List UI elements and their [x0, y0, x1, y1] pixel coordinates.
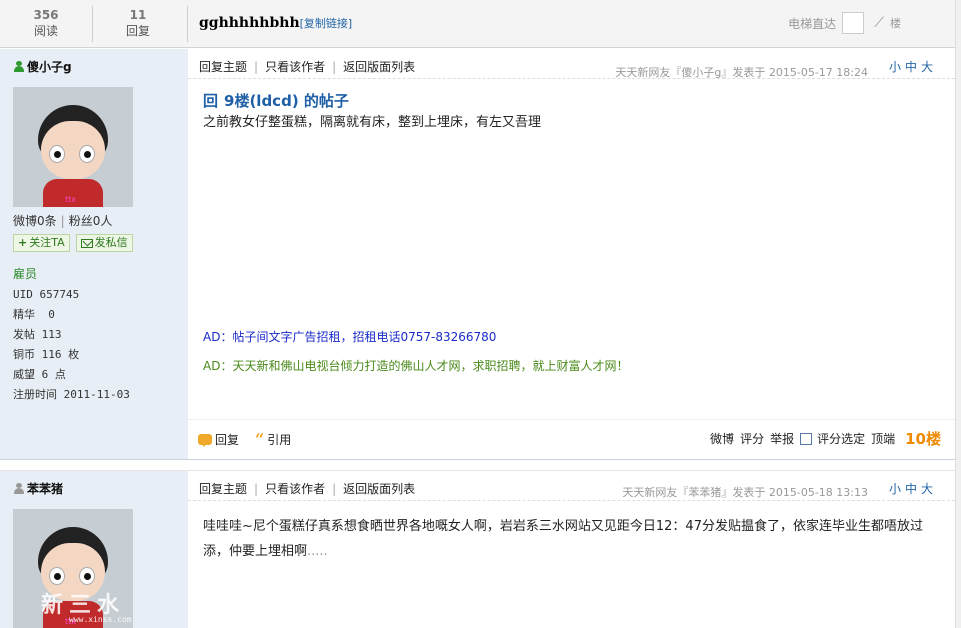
forum-thread-page: 356 阅读 11 回复 gghhhhhbhh[复制链接] 电梯直达 ⟋ 楼 傻…: [0, 0, 961, 628]
post-main: 回复主题 | 只看该作者 | 返回版面列表 天天新网友『傻小子g』发表于 2015-05…: [188, 49, 955, 459]
author-actions: + 关注TA 发私信: [13, 234, 133, 252]
post-meta: 天天新网友『傻小子g』发表于 2015-05-17 18:24: [615, 66, 868, 79]
back-to-list-link[interactable]: 返回版面列表: [343, 60, 415, 74]
thread-title-text: gghhhhhbhh: [199, 15, 300, 31]
floor-jump-label: 电梯直达: [788, 16, 837, 31]
floor-jump-go-icon[interactable]: ⟋: [874, 15, 884, 31]
post-header: 回复主题 | 只看该作者 | 返回版面列表 天天新网友『傻小子g』发表于 2015-05…: [188, 49, 955, 79]
author-social-stats: 微博0条 | 粉丝0人: [13, 214, 113, 228]
follow-label: 关注TA: [29, 236, 65, 249]
private-message-label: 发私信: [94, 236, 128, 249]
post-footer-left: 回复 “引用: [198, 431, 291, 448]
quote-button[interactable]: “引用: [255, 431, 291, 448]
weibo-count[interactable]: 微博0条: [13, 214, 57, 228]
private-message-button[interactable]: 发私信: [75, 234, 133, 252]
views-stat: 356 阅读: [0, 8, 92, 40]
author-sidebar: 苯苯猪 ttx 新三水 www.xinss.com: [0, 471, 188, 628]
info-prestige: 威望 6 点: [13, 368, 66, 381]
author-name-text[interactable]: 苯苯猪: [27, 480, 63, 497]
divider: [187, 6, 188, 42]
post-main: 回复主题 | 只看该作者 | 返回版面列表 天天新网友『苯苯猪』发表于 2015-05-…: [188, 471, 955, 628]
weibo-share-link[interactable]: 微博: [710, 430, 734, 447]
author-name[interactable]: 苯苯猪: [14, 480, 63, 497]
fans-count[interactable]: 粉丝0人: [69, 214, 113, 228]
font-size-controls[interactable]: 小中大: [889, 480, 937, 497]
post-separator: [0, 459, 955, 470]
font-size-controls[interactable]: 小中大: [889, 58, 937, 75]
post-meta: 天天新网友『苯苯猪』发表于 2015-05-18 13:13: [622, 486, 868, 499]
post-links: 回复主题 | 只看该作者 | 返回版面列表: [199, 60, 416, 74]
post-title-text: 9楼(ldcd) 的帖子: [224, 92, 349, 110]
post-title: 回 9楼(ldcd) 的帖子: [203, 90, 349, 111]
author-info: UID 657745 精华 0 发帖 113 铜币 116 枚 威望 6 点 注…: [13, 285, 130, 405]
back-to-top-link[interactable]: 顶端: [871, 430, 895, 447]
only-author-link[interactable]: 只看该作者: [265, 482, 325, 496]
thread-header-bar: 356 阅读 11 回复 gghhhhhbhh[复制链接] 电梯直达 ⟋ 楼: [0, 0, 955, 48]
replies-count: 11: [129, 8, 147, 22]
info-register-date: 注册时间 2011-11-03: [13, 388, 130, 401]
ad-text-link[interactable]: AD：天天新和佛山电视台倾力打造的佛山人才网，求职招聘，就上财富人才网！: [203, 357, 628, 374]
report-link[interactable]: 举报: [770, 430, 794, 447]
only-author-link[interactable]: 只看该作者: [265, 60, 325, 74]
author-name-text[interactable]: 傻小子g: [27, 58, 72, 75]
follow-button[interactable]: + 关注TA: [13, 234, 70, 252]
post-links: 回复主题 | 只看该作者 | 返回版面列表: [199, 482, 416, 496]
quote-label: 引用: [267, 433, 292, 447]
floor-jump-unit: 楼: [890, 17, 901, 30]
reply-label: 回复: [215, 433, 240, 447]
views-count: 356: [33, 8, 59, 22]
reply-topic-link[interactable]: 回复主题: [199, 60, 247, 74]
avatar-mark: ttx: [65, 195, 77, 204]
views-label: 阅读: [33, 24, 58, 38]
post: 苯苯猪 ttx 新三水 www.xinss.com 回复主题 | 只看该作者 | 返回版…: [0, 470, 955, 628]
plus-icon: +: [18, 236, 28, 249]
rate-link[interactable]: 评分: [740, 430, 764, 447]
info-uid: UID 657745: [13, 288, 80, 301]
reply-button[interactable]: 回复: [198, 431, 239, 448]
site-watermark-url: www.xinss.com: [69, 615, 132, 624]
avatar-eye: [79, 145, 95, 163]
post-content-ellipsis: .....: [307, 544, 328, 559]
reply-topic-link[interactable]: 回复主题: [199, 482, 247, 496]
info-digest: 精华 0: [13, 308, 55, 321]
post-header: 回复主题 | 只看该作者 | 返回版面列表 天天新网友『苯苯猪』发表于 2015-05-…: [188, 471, 955, 501]
reply-bubble-icon: [198, 434, 212, 447]
avatar-eye: [49, 567, 65, 585]
thread-title: gghhhhhbhh[复制链接]: [199, 15, 352, 31]
avatar-eye: [79, 567, 95, 585]
author-sidebar: 傻小子g ttx 微博0条 | 粉丝0人 + 关注TA 发私信 雇员 UID 6577…: [0, 49, 188, 459]
back-to-list-link[interactable]: 返回版面列表: [343, 482, 415, 496]
online-user-icon: [14, 61, 24, 72]
info-posts: 发帖 113: [13, 328, 62, 341]
post-footer: 回复 “引用 微博 评分 举报 评分选定 顶端 10楼: [188, 419, 955, 457]
author-name[interactable]: 傻小子g: [14, 58, 72, 75]
rate-select[interactable]: 评分选定: [800, 430, 865, 447]
scrollbar[interactable]: [955, 0, 961, 628]
rate-select-label: 评分选定: [817, 432, 866, 446]
post: 傻小子g ttx 微博0条 | 粉丝0人 + 关注TA 发私信 雇员 UID 6577…: [0, 49, 955, 459]
info-coins: 铜币 116 枚: [13, 348, 80, 361]
ad-text-link[interactable]: AD：帖子间文字广告招租，招租电话0757-83266780: [203, 328, 496, 345]
floor-number: 10楼: [905, 430, 941, 448]
reply-glyph: 回: [203, 92, 219, 110]
avatar-eye: [49, 145, 65, 163]
post-content: 哇哇哇~尼个蛋糕仔真系想食晒世界各地嘅女人啊，岩岩系三水网站又见距今日12：47…: [203, 514, 938, 564]
quote-icon: “: [255, 429, 265, 449]
floor-jump-input[interactable]: [842, 12, 865, 34]
post-footer-right: 微博 评分 举报 评分选定 顶端 10楼: [710, 428, 941, 449]
user-group: 雇员: [13, 267, 38, 281]
avatar[interactable]: ttx: [13, 87, 133, 207]
copy-link[interactable]: [复制链接]: [300, 17, 353, 30]
floor-jump: 电梯直达 ⟋ 楼: [788, 12, 901, 34]
offline-user-icon: [14, 483, 24, 494]
post-content: 之前教女仔整蛋糕，隔离就有床，整到上埋床，有左又吾理: [203, 115, 542, 130]
rate-select-checkbox[interactable]: [800, 432, 813, 445]
mail-icon: [80, 238, 93, 248]
avatar[interactable]: ttx 新三水 www.xinss.com: [13, 509, 133, 628]
replies-label: 回复: [125, 24, 150, 38]
replies-stat: 11 回复: [92, 8, 184, 40]
